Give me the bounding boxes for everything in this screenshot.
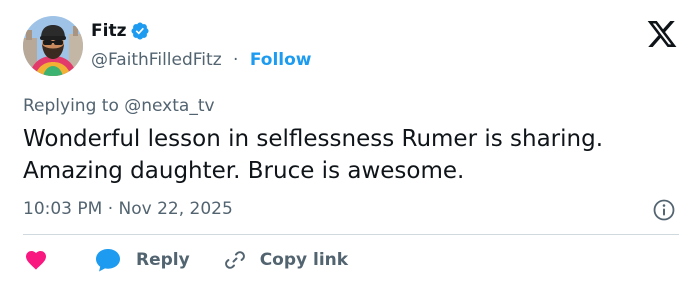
verified-badge-icon <box>130 21 150 41</box>
display-name[interactable]: Fitz <box>91 19 150 43</box>
action-bar: Reply Copy link <box>23 246 348 274</box>
reply-label: Reply <box>136 250 190 270</box>
avatar[interactable] <box>23 16 83 76</box>
follow-button[interactable]: Follow <box>250 50 312 70</box>
divider <box>23 234 679 235</box>
heart-icon <box>23 248 49 272</box>
replying-to: Replying to @nexta_tv <box>23 96 215 116</box>
user-handle[interactable]: @FaithFilledFitz <box>91 50 222 70</box>
speech-bubble-icon <box>94 247 122 273</box>
reply-button[interactable]: Reply <box>94 247 190 273</box>
copy-link-label: Copy link <box>259 250 349 270</box>
x-logo-icon[interactable] <box>646 18 678 50</box>
like-button[interactable] <box>23 248 49 272</box>
copy-link-button[interactable]: Copy link <box>223 248 348 272</box>
timestamp[interactable]: 10:03 PM · Nov 22, 2025 <box>23 197 233 221</box>
separator-dot: · <box>233 50 239 70</box>
handle-row: @FaithFilledFitz · Follow <box>91 48 312 72</box>
display-name-text[interactable]: Fitz <box>91 19 126 43</box>
tweet-text: Wonderful lesson in selflessness Rumer i… <box>23 126 604 184</box>
link-icon <box>223 248 247 272</box>
info-icon[interactable] <box>652 198 676 222</box>
